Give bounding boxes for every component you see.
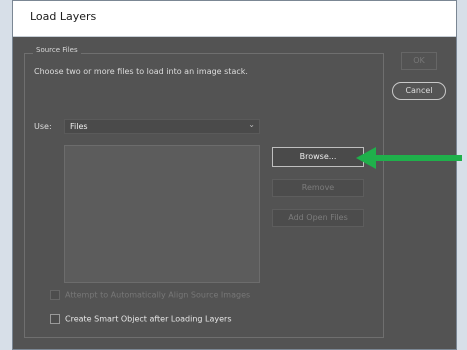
auto-align-checkbox[interactable] [50,290,60,300]
use-select[interactable]: Files ⌄ [64,119,260,134]
ok-button[interactable]: OK [401,52,437,70]
smart-object-label: Create Smart Object after Loading Layers [65,314,232,324]
arrow-shaft [374,155,462,161]
source-files-group-label: Source Files [33,46,81,54]
instructions-text: Choose two or more files to load into an… [34,67,248,76]
remove-button[interactable]: Remove [272,179,364,197]
title-bar: Load Layers [13,1,456,37]
cancel-button[interactable]: Cancel [392,82,446,100]
dialog-title: Load Layers [30,10,97,23]
browse-button[interactable]: Browse... [272,147,364,167]
use-label: Use: [34,122,52,131]
arrow-annotation-icon [356,147,462,169]
smart-object-checkbox[interactable] [50,314,60,324]
file-list[interactable] [64,145,260,283]
auto-align-label: Attempt to Automatically Align Source Im… [65,290,251,300]
use-select-value: Files [70,122,88,131]
chevron-down-icon: ⌄ [248,120,255,129]
smart-object-option[interactable]: Create Smart Object after Loading Layers [50,314,232,324]
arrow-head [356,147,376,169]
add-open-files-button[interactable]: Add Open Files [272,209,364,227]
auto-align-option[interactable]: Attempt to Automatically Align Source Im… [50,290,250,300]
